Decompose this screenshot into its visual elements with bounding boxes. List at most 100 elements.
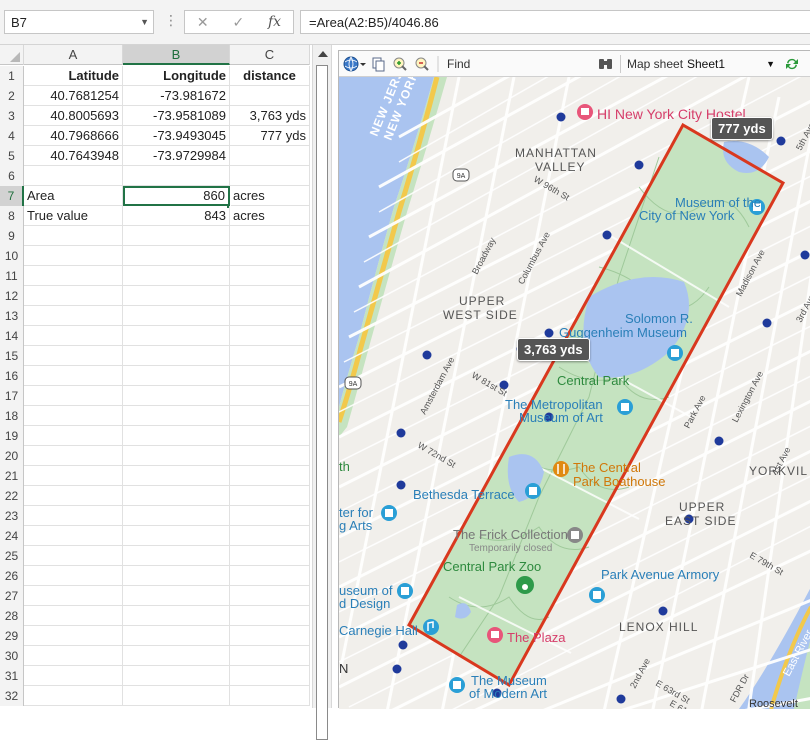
cell-b14[interactable] <box>123 326 230 346</box>
cell-c11[interactable] <box>230 266 310 286</box>
cell-c3[interactable]: 3,763 yds <box>230 106 310 126</box>
poi-design-pin[interactable] <box>397 583 413 599</box>
cell-c21[interactable] <box>230 466 310 486</box>
row-header[interactable]: 22 <box>0 486 24 506</box>
row-header[interactable]: 29 <box>0 626 24 646</box>
row-header[interactable]: 25 <box>0 546 24 566</box>
cell-c18[interactable] <box>230 406 310 426</box>
poi-bethesda-pin[interactable] <box>525 483 541 499</box>
row-header[interactable]: 20 <box>0 446 24 466</box>
cell-a31[interactable] <box>24 666 123 686</box>
cell-c17[interactable] <box>230 386 310 406</box>
globe-icon[interactable] <box>343 56 366 72</box>
cell-b31[interactable] <box>123 666 230 686</box>
cell-b3[interactable]: -73.9581089 <box>123 106 230 126</box>
poi-hostel-pin[interactable] <box>577 104 593 120</box>
cell-b22[interactable] <box>123 486 230 506</box>
row-header[interactable]: 4 <box>0 126 24 146</box>
cell-a1[interactable]: Latitude <box>24 66 123 86</box>
cell-c32[interactable] <box>230 686 310 706</box>
poi-lincoln-pin[interactable] <box>381 505 397 521</box>
cell-c10[interactable] <box>230 246 310 266</box>
row-header[interactable]: 12 <box>0 286 24 306</box>
row-header[interactable]: 31 <box>0 666 24 686</box>
cell-a19[interactable] <box>24 426 123 446</box>
cell-a23[interactable] <box>24 506 123 526</box>
cell-c14[interactable] <box>230 326 310 346</box>
cell-a8[interactable]: True value <box>24 206 123 226</box>
cell-a13[interactable] <box>24 306 123 326</box>
row-header[interactable]: 3 <box>0 106 24 126</box>
cell-c16[interactable] <box>230 366 310 386</box>
cell-c19[interactable] <box>230 426 310 446</box>
row-header[interactable]: 6 <box>0 166 24 186</box>
row-header[interactable]: 5 <box>0 146 24 166</box>
cell-c31[interactable] <box>230 666 310 686</box>
cell-a17[interactable] <box>24 386 123 406</box>
cell-c28[interactable] <box>230 606 310 626</box>
cell-b23[interactable] <box>123 506 230 526</box>
cell-a6[interactable] <box>24 166 123 186</box>
zoom-out-icon[interactable] <box>415 57 429 71</box>
cell-b2[interactable]: -73.981672 <box>123 86 230 106</box>
poi-plaza-pin[interactable] <box>487 627 503 643</box>
confirm-icon[interactable]: ✓ <box>232 14 244 31</box>
cell-b13[interactable] <box>123 306 230 326</box>
poi-moma-pin[interactable] <box>449 677 465 693</box>
cell-b24[interactable] <box>123 526 230 546</box>
row-header[interactable]: 15 <box>0 346 24 366</box>
poi-zoo-pin[interactable] <box>516 576 534 594</box>
insert-function-icon[interactable]: fx <box>268 14 281 30</box>
cell-c9[interactable] <box>230 226 310 246</box>
cell-a11[interactable] <box>24 266 123 286</box>
cell-a25[interactable] <box>24 546 123 566</box>
map-view[interactable]: 9A 9A HI New York City Hostel MANHATTAN … <box>339 77 810 709</box>
cell-b21[interactable] <box>123 466 230 486</box>
cell-c24[interactable] <box>230 526 310 546</box>
cell-b16[interactable] <box>123 366 230 386</box>
cell-b19[interactable] <box>123 426 230 446</box>
cell-b15[interactable] <box>123 346 230 366</box>
map-canvas[interactable]: 9A 9A HI New York City Hostel MANHATTAN … <box>339 77 810 709</box>
vertical-scrollbar[interactable] <box>312 45 332 740</box>
row-header[interactable]: 1 <box>0 66 24 86</box>
scroll-up-icon[interactable] <box>318 51 328 57</box>
formula-input[interactable]: =Area(A2:B5)/4046.86 <box>300 10 810 34</box>
row-header[interactable]: 13 <box>0 306 24 326</box>
map-sheet-select[interactable]: Sheet1 ▼ <box>687 54 779 74</box>
select-all-corner[interactable] <box>0 45 24 65</box>
cell-c23[interactable] <box>230 506 310 526</box>
cell-a21[interactable] <box>24 466 123 486</box>
find-button[interactable]: Find <box>447 54 470 74</box>
cell-a26[interactable] <box>24 566 123 586</box>
cell-a5[interactable]: 40.7643948 <box>24 146 123 166</box>
cell-c20[interactable] <box>230 446 310 466</box>
copy-icon[interactable] <box>372 57 385 72</box>
cell-b20[interactable] <box>123 446 230 466</box>
cell-a20[interactable] <box>24 446 123 466</box>
cell-b1[interactable]: Longitude <box>123 66 230 86</box>
cell-a10[interactable] <box>24 246 123 266</box>
cell-b29[interactable] <box>123 626 230 646</box>
column-header-c[interactable]: C <box>230 45 310 65</box>
row-header[interactable]: 18 <box>0 406 24 426</box>
cell-c6[interactable] <box>230 166 310 186</box>
row-header[interactable]: 23 <box>0 506 24 526</box>
cell-b5[interactable]: -73.9729984 <box>123 146 230 166</box>
row-header[interactable]: 8 <box>0 206 24 226</box>
cell-c5[interactable] <box>230 146 310 166</box>
poi-frick-pin[interactable] <box>567 527 583 543</box>
row-header[interactable]: 14 <box>0 326 24 346</box>
row-header[interactable]: 17 <box>0 386 24 406</box>
cell-c30[interactable] <box>230 646 310 666</box>
row-header[interactable]: 30 <box>0 646 24 666</box>
poi-guggenheim-pin[interactable] <box>667 345 683 361</box>
cell-b17[interactable] <box>123 386 230 406</box>
cell-a14[interactable] <box>24 326 123 346</box>
cell-c15[interactable] <box>230 346 310 366</box>
refresh-icon[interactable] <box>783 55 801 73</box>
chevron-down-icon[interactable]: ▼ <box>766 54 775 74</box>
cell-b8[interactable]: 843 <box>123 206 230 226</box>
cell-c26[interactable] <box>230 566 310 586</box>
cell-c22[interactable] <box>230 486 310 506</box>
